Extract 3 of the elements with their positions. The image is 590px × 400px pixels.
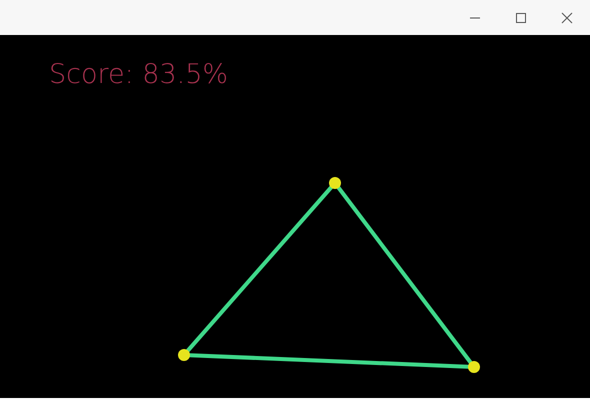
score-label: Score: 83.5%: [49, 59, 228, 90]
close-icon[interactable]: [561, 12, 573, 24]
maximize-icon[interactable]: [515, 12, 527, 24]
